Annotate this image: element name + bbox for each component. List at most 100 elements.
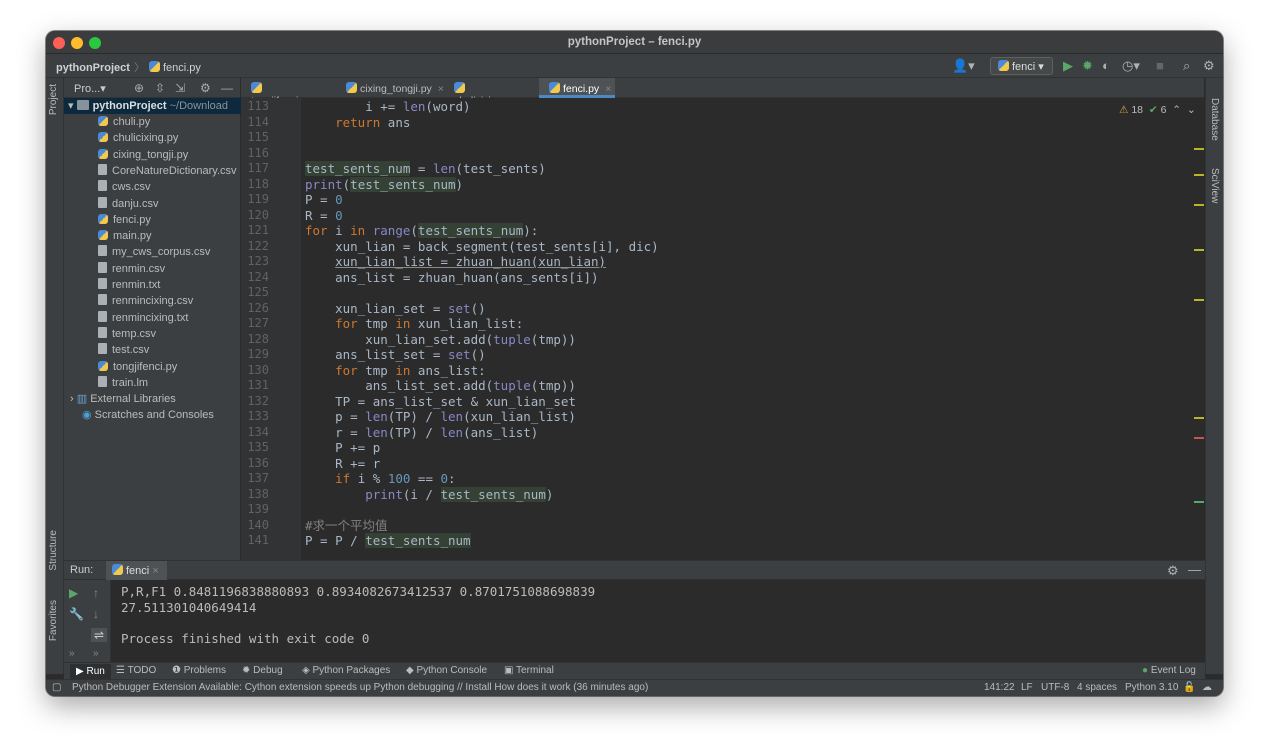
tree-item-file[interactable]: CoreNatureDictionary.csv: [64, 163, 241, 179]
expand-all-icon[interactable]: ⇳: [155, 81, 165, 95]
coverage-icon[interactable]: ◐: [1102, 58, 1110, 73]
line-number[interactable]: 129: [241, 347, 269, 363]
status-message[interactable]: Python Debugger Extension Available: Cyt…: [72, 682, 648, 693]
bottom-tab-python-packages[interactable]: ◈ Python Packages: [302, 665, 390, 676]
tree-item-file[interactable]: chulicixing.py: [64, 130, 241, 146]
code-line[interactable]: ans_list_set.add(tuple(tmp)): [305, 378, 576, 394]
code-line[interactable]: i += len(word): [305, 99, 470, 115]
indent-setting[interactable]: 4 spaces: [1077, 682, 1117, 693]
bottom-tab-python-console[interactable]: ◆ Python Console: [406, 665, 487, 676]
bottom-tab-problems[interactable]: ❶ Problems: [172, 665, 226, 676]
favorites-tool-tab[interactable]: Favorites: [48, 600, 59, 641]
tree-item-file[interactable]: fenci.py: [64, 212, 241, 228]
project-tool-tab[interactable]: Project: [48, 84, 59, 115]
search-icon[interactable]: ⌕: [1183, 58, 1190, 74]
inspection-widget[interactable]: ⚠ 18 ✔ 6 ⌃ ⌄: [1119, 104, 1196, 116]
editor-tab[interactable]: tongjifenci.py×: [241, 78, 336, 107]
error-stripe-mark[interactable]: [1194, 437, 1204, 439]
line-number[interactable]: 132: [241, 394, 269, 410]
line-number[interactable]: 118: [241, 177, 269, 193]
close-tab-icon[interactable]: ×: [605, 83, 611, 95]
code-line[interactable]: print(i / test_sents_num): [305, 486, 553, 503]
hide-panel-icon[interactable]: —: [221, 81, 233, 95]
line-number[interactable]: 123: [241, 254, 269, 270]
code-line[interactable]: P = 0: [305, 192, 343, 208]
code-line[interactable]: return ans: [305, 115, 410, 131]
more-icon[interactable]: »: [69, 648, 75, 659]
breadcrumb-project[interactable]: pythonProject: [56, 62, 130, 74]
tree-item-file[interactable]: renmin.csv: [64, 261, 241, 277]
error-stripe-mark[interactable]: [1194, 417, 1204, 419]
line-number[interactable]: 115: [241, 130, 269, 146]
tree-item-file[interactable]: test.csv: [64, 342, 241, 358]
line-number[interactable]: 116: [241, 146, 269, 162]
code-line[interactable]: xun_lian_set.add(tuple(tmp)): [305, 332, 576, 348]
line-separator[interactable]: LF: [1021, 682, 1033, 693]
line-number[interactable]: 135: [241, 440, 269, 456]
notifications-icon[interactable]: ☁: [1202, 682, 1212, 693]
line-number[interactable]: 133: [241, 409, 269, 425]
code-line[interactable]: TP = ans_list_set & xun_lian_set: [305, 394, 576, 410]
line-number[interactable]: 119: [241, 192, 269, 208]
editor-tab[interactable]: chulicixing.py×: [444, 78, 539, 107]
wrench-icon[interactable]: 🔧: [69, 607, 84, 621]
tree-item-file[interactable]: cws.csv: [64, 179, 241, 195]
tree-item-file[interactable]: renmin.txt: [64, 277, 241, 293]
line-number[interactable]: 138: [241, 487, 269, 503]
up-arrow-icon[interactable]: ↑: [93, 586, 99, 600]
code-line[interactable]: P = P / test_sents_num: [305, 533, 471, 549]
tree-item-external-libraries[interactable]: › ▥ External Libraries: [64, 391, 241, 407]
code-line[interactable]: p = len(TP) / len(xun_lian_list): [305, 409, 576, 425]
vcs-user-icon[interactable]: 👤▾: [952, 58, 975, 74]
structure-tool-tab[interactable]: Structure: [48, 530, 59, 571]
tree-item-file[interactable]: chuli.py: [64, 114, 241, 130]
line-number[interactable]: 139: [241, 502, 269, 518]
collapse-all-icon[interactable]: ⇲: [175, 81, 185, 95]
error-stripe-mark[interactable]: [1194, 501, 1204, 503]
line-number[interactable]: 131: [241, 378, 269, 394]
run-icon[interactable]: ▶: [1063, 58, 1073, 74]
breadcrumb-file[interactable]: fenci.py: [163, 62, 201, 74]
run-hide-icon[interactable]: —: [1188, 562, 1201, 577]
run-console[interactable]: P,R,F1 0.8481196838880893 0.893408267341…: [111, 580, 1205, 662]
code-line[interactable]: R = 0: [305, 208, 343, 224]
code-line[interactable]: print(test_sents_num): [305, 176, 463, 193]
editor-tab[interactable]: fenci.py ×: [539, 78, 615, 98]
tree-item-file[interactable]: tongjifenci.py: [64, 359, 241, 375]
bottom-tab-run[interactable]: ▶ Run: [70, 664, 111, 679]
line-number[interactable]: 120: [241, 208, 269, 224]
code-line[interactable]: P += p: [305, 440, 380, 456]
stop-icon[interactable]: ■: [1156, 58, 1164, 73]
line-number[interactable]: 140: [241, 518, 269, 534]
more-icon[interactable]: »: [93, 648, 99, 659]
code-line[interactable]: xun_lian_set = set(): [305, 301, 486, 317]
error-stripe-mark[interactable]: [1194, 174, 1204, 176]
code-line[interactable]: for tmp in ans_list:: [305, 363, 486, 379]
editor-tab[interactable]: cixing_tongji.py ×: [336, 78, 444, 98]
line-number[interactable]: 121: [241, 223, 269, 239]
code-line[interactable]: xun_lian = back_segment(test_sents[i], d…: [305, 239, 659, 255]
code-line[interactable]: for i in range(test_sents_num):: [305, 223, 538, 239]
code-line[interactable]: #求一个平均值: [305, 518, 388, 534]
error-stripe-mark[interactable]: [1194, 148, 1204, 150]
tree-item-file[interactable]: renmincixing.txt: [64, 310, 241, 326]
line-number[interactable]: 134: [241, 425, 269, 441]
lock-icon[interactable]: 🔓: [1183, 682, 1195, 693]
line-number[interactable]: 130: [241, 363, 269, 379]
error-stripe-mark[interactable]: [1194, 299, 1204, 301]
code-line[interactable]: xun_lian_list = zhuan_huan(xun_lian): [305, 254, 606, 270]
tree-item-file[interactable]: renmincixing.csv: [64, 293, 241, 309]
line-number[interactable]: 128: [241, 332, 269, 348]
line-number[interactable]: 117: [241, 161, 269, 177]
error-stripe-mark[interactable]: [1194, 249, 1204, 251]
bottom-tab-terminal[interactable]: ▣ Terminal: [504, 665, 554, 676]
panel-settings-icon[interactable]: ⚙: [200, 81, 211, 95]
tree-item-file[interactable]: train.lm: [64, 375, 241, 391]
tree-item-scratches[interactable]: ◉ Scratches and Consoles: [64, 407, 241, 423]
code-line[interactable]: r = len(TP) / len(ans_list): [305, 425, 538, 441]
tree-root[interactable]: ▾ pythonProject ~/Download: [64, 98, 241, 114]
line-number[interactable]: 136: [241, 456, 269, 472]
tree-item-file[interactable]: temp.csv: [64, 326, 241, 342]
line-number[interactable]: 122: [241, 239, 269, 255]
code-line[interactable]: ans_list_set = set(): [305, 347, 486, 363]
